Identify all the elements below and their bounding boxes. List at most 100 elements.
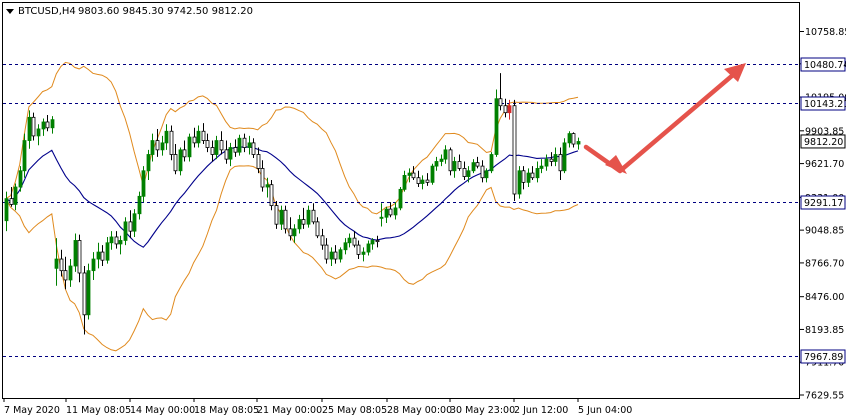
candle-body <box>105 242 110 261</box>
header: BTCUSD,H4 9803.60 9845.30 9742.50 9812.2… <box>6 6 253 17</box>
y-tick-label: 8476.00 <box>805 292 844 303</box>
candle-body <box>503 105 508 114</box>
candle-body <box>54 258 59 269</box>
candle-body <box>82 272 87 316</box>
candle-body <box>265 184 270 188</box>
x-tick-label: 7 May 2020 <box>4 405 60 416</box>
candle-body <box>192 136 197 144</box>
x-tick-label: 25 May 08:05 <box>322 405 387 416</box>
candle-body <box>63 270 68 281</box>
candle-body <box>494 98 499 155</box>
candle-body <box>489 154 494 172</box>
x-axis: 7 May 2020 11 May 08:0514 May 00:0018 May… <box>3 398 632 416</box>
candle-body <box>141 170 146 197</box>
candle-body <box>251 142 256 155</box>
candle-body <box>114 236 119 245</box>
candle-body <box>260 168 265 188</box>
candle-body <box>178 149 183 172</box>
candle-body <box>553 154 558 162</box>
candle-body <box>407 172 412 176</box>
x-tick-label: 14 May 00:00 <box>130 405 195 416</box>
candle-body <box>31 116 36 137</box>
candle-body <box>132 213 137 232</box>
candle-body <box>283 209 288 230</box>
candle-body <box>242 137 247 148</box>
candle-body <box>512 105 517 195</box>
candle-body <box>237 137 242 153</box>
candle-body <box>370 240 375 245</box>
candle-body <box>475 162 480 167</box>
candle-body <box>301 219 306 225</box>
y-tick-label: 9621.70 <box>805 159 844 170</box>
horizontal-levels <box>3 64 800 357</box>
candle-body <box>160 142 165 151</box>
ohlc-readout: 9803.60 9845.30 9742.50 9812.20 <box>78 6 253 17</box>
x-tick-label: 2 Jun 12:00 <box>514 405 568 416</box>
forecast-path[interactable] <box>583 66 743 174</box>
candle-body <box>45 121 50 129</box>
candle-body <box>484 170 489 179</box>
candle-body <box>247 142 252 148</box>
candle-body <box>366 243 371 253</box>
candle-body <box>210 147 215 155</box>
candle-body <box>567 133 572 144</box>
candle-body <box>356 244 361 255</box>
y-axis: 10758.8510480.7010195.009903.859621.7093… <box>800 27 846 402</box>
candle-body <box>507 105 512 114</box>
candle-body <box>155 140 160 151</box>
candle-body <box>233 147 238 153</box>
candle-body <box>420 179 425 184</box>
candle-body <box>196 130 201 144</box>
candle-body <box>388 208 393 216</box>
candle-body <box>430 165 435 183</box>
candle-body <box>123 221 128 241</box>
candle-body <box>329 251 334 260</box>
candle-body <box>411 172 416 179</box>
level-label: 10143.21 <box>804 99 846 110</box>
x-tick-label: 28 May 00:00 <box>387 405 452 416</box>
candle-body <box>315 221 320 237</box>
candle-body <box>434 161 439 167</box>
candle-body <box>571 133 576 145</box>
symbol-label: BTCUSD,H4 <box>18 6 76 17</box>
candle-body <box>50 119 55 129</box>
candle-body <box>77 240 82 274</box>
candle-body <box>416 177 421 184</box>
x-tick-label: 11 May 08:05 <box>66 405 131 416</box>
candle-body <box>269 184 274 207</box>
y-tick-label: 10758.85 <box>805 27 846 38</box>
candle-body <box>306 209 311 225</box>
candle-body <box>214 140 219 155</box>
candle-body <box>439 158 444 162</box>
candle-body <box>549 158 554 162</box>
candle-body <box>150 140 155 155</box>
level-label: 7967.89 <box>804 352 843 363</box>
candle-body <box>279 209 284 225</box>
candle-body <box>164 130 169 144</box>
candle-body <box>228 147 233 160</box>
candle-body <box>13 186 18 205</box>
chevron-down-icon[interactable] <box>6 9 14 14</box>
candle-body <box>297 219 302 230</box>
candle-body <box>471 162 476 172</box>
candle-body <box>219 140 224 151</box>
arrow-head-icon <box>605 155 627 174</box>
candle-body <box>137 195 142 215</box>
bollinger-bands <box>5 61 579 352</box>
candle-body <box>347 237 352 244</box>
candle-body <box>576 141 581 145</box>
candle-body <box>73 240 78 267</box>
candle-body <box>91 258 96 272</box>
candle-body <box>457 161 462 169</box>
candle-body <box>338 249 343 260</box>
candle-body <box>4 198 9 222</box>
candle-body <box>22 140 27 172</box>
candle-body <box>521 170 526 183</box>
candle-body <box>343 242 348 251</box>
level-label: 9291.17 <box>804 198 843 209</box>
candle-body <box>128 221 133 232</box>
price-chart[interactable]: 10758.8510480.7010195.009903.859621.7093… <box>0 0 846 419</box>
forecast-arrow <box>583 63 746 174</box>
candle-body <box>466 170 471 177</box>
candle-body <box>562 142 567 172</box>
